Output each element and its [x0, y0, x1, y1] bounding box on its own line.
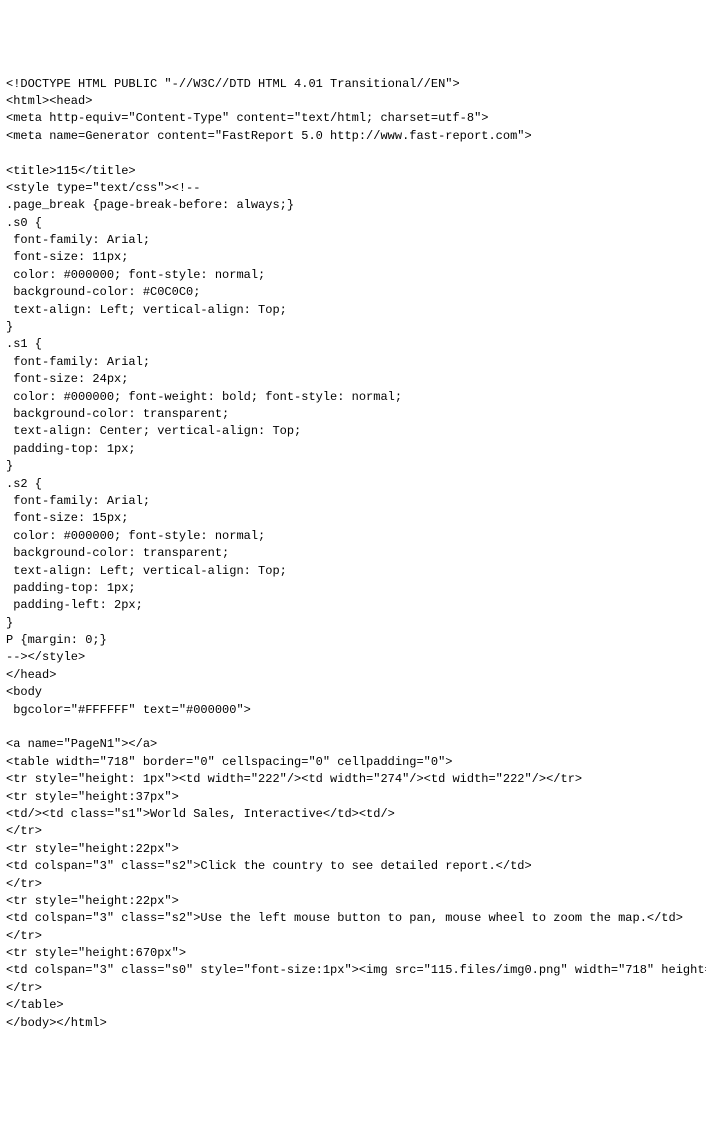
code-line: </tr> [6, 823, 700, 840]
code-line: padding-top: 1px; [6, 580, 700, 597]
code-line: padding-top: 1px; [6, 441, 700, 458]
code-line [6, 145, 700, 162]
code-line: <td colspan="3" class="s2">Use the left … [6, 910, 700, 927]
code-line: .s1 { [6, 336, 700, 353]
code-line: font-size: 15px; [6, 510, 700, 527]
code-line: font-family: Arial; [6, 354, 700, 371]
code-line: <td colspan="3" class="s2">Click the cou… [6, 858, 700, 875]
code-line: <a name="PageN1"></a> [6, 736, 700, 753]
code-line: <meta http-equiv="Content-Type" content=… [6, 110, 700, 127]
code-line: text-align: Left; vertical-align: Top; [6, 302, 700, 319]
code-line [6, 1032, 700, 1049]
code-line: .s0 { [6, 215, 700, 232]
code-line: font-size: 11px; [6, 249, 700, 266]
code-line: color: #000000; font-style: normal; [6, 528, 700, 545]
code-line: <meta name=Generator content="FastReport… [6, 128, 700, 145]
code-line: </table> [6, 997, 700, 1014]
code-line: <!DOCTYPE HTML PUBLIC "-//W3C//DTD HTML … [6, 76, 700, 93]
code-line: } [6, 615, 700, 632]
code-line: </tr> [6, 876, 700, 893]
code-line: <body [6, 684, 700, 701]
code-line: font-family: Arial; [6, 232, 700, 249]
code-line: <td/><td class="s1">World Sales, Interac… [6, 806, 700, 823]
code-line: </tr> [6, 980, 700, 997]
code-line: </tr> [6, 928, 700, 945]
code-line: P {margin: 0;} [6, 632, 700, 649]
code-line: <tr style="height:22px"> [6, 893, 700, 910]
code-line: padding-left: 2px; [6, 597, 700, 614]
code-line: <tr style="height:670px"> [6, 945, 700, 962]
code-line: text-align: Center; vertical-align: Top; [6, 423, 700, 440]
code-line: background-color: #C0C0C0; [6, 284, 700, 301]
code-line: <table width="718" border="0" cellspacin… [6, 754, 700, 771]
code-line: </head> [6, 667, 700, 684]
code-line: .page_break {page-break-before: always;} [6, 197, 700, 214]
code-line: <tr style="height: 1px"><td width="222"/… [6, 771, 700, 788]
code-line [6, 719, 700, 736]
code-line: <tr style="height:22px"> [6, 841, 700, 858]
code-line: bgcolor="#FFFFFF" text="#000000"> [6, 702, 700, 719]
code-line: background-color: transparent; [6, 406, 700, 423]
source-code-listing: <!DOCTYPE HTML PUBLIC "-//W3C//DTD HTML … [6, 76, 700, 1050]
code-line: background-color: transparent; [6, 545, 700, 562]
code-line: font-family: Arial; [6, 493, 700, 510]
code-line: } [6, 319, 700, 336]
code-line: font-size: 24px; [6, 371, 700, 388]
code-line: <style type="text/css"><!-- [6, 180, 700, 197]
code-line: color: #000000; font-weight: bold; font-… [6, 389, 700, 406]
code-line: } [6, 458, 700, 475]
code-line: <title>115</title> [6, 163, 700, 180]
code-line: <html><head> [6, 93, 700, 110]
code-line: <td colspan="3" class="s0" style="font-s… [6, 962, 700, 979]
code-line: </body></html> [6, 1015, 700, 1032]
code-line: color: #000000; font-style: normal; [6, 267, 700, 284]
code-line: .s2 { [6, 476, 700, 493]
code-line: text-align: Left; vertical-align: Top; [6, 563, 700, 580]
code-line: --></style> [6, 649, 700, 666]
code-line: <tr style="height:37px"> [6, 789, 700, 806]
